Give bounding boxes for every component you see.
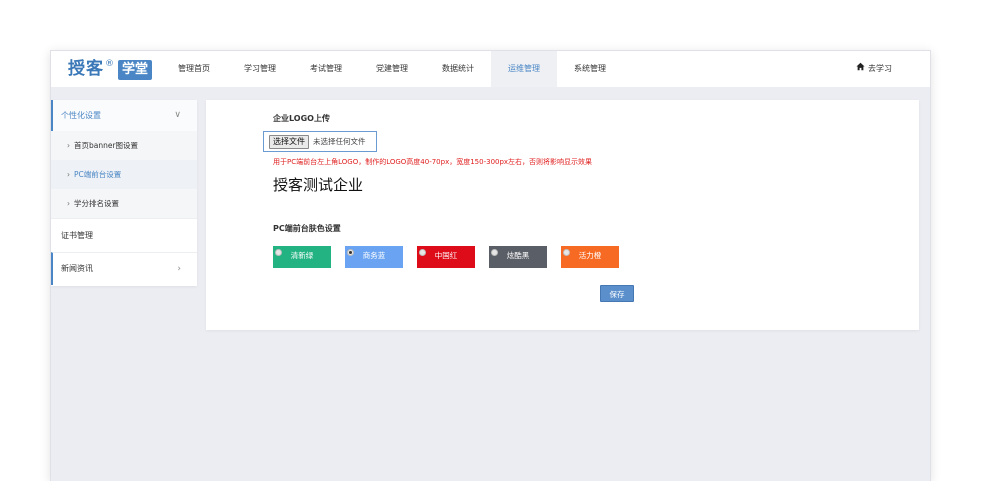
- skin-section-title: PC端前台肤色设置: [273, 224, 341, 233]
- top-navbar: 授客 ® 学堂 管理首页 学习管理 考试管理 党建管理 数据统计 运维管理 系统…: [51, 51, 930, 87]
- nav-item-stats[interactable]: 数据统计: [425, 51, 491, 87]
- skin-option-label: 清新绿: [290, 251, 314, 260]
- go-study-link[interactable]: 去学习: [856, 51, 892, 87]
- nav-item-home[interactable]: 管理首页: [161, 51, 227, 87]
- sidebar-item-certificate[interactable]: 证书管理: [51, 218, 197, 252]
- logo-text: 授客: [68, 59, 104, 79]
- skin-option-red[interactable]: 中国红: [417, 246, 475, 268]
- sidebar-item-banner[interactable]: › 首页banner图设置: [51, 131, 197, 160]
- logo-hint: 用于PC端前台左上角LOGO，制作的LOGO高度40-70px，宽度150-30…: [273, 158, 593, 166]
- nav-item-operations[interactable]: 运维管理: [491, 51, 557, 87]
- nav-item-system[interactable]: 系统管理: [557, 51, 623, 87]
- skin-option-label: 活力橙: [578, 251, 602, 260]
- file-upload: 选择文件 未选择任何文件: [263, 131, 377, 152]
- skin-option-green[interactable]: 清新绿: [273, 246, 331, 268]
- skin-option-black[interactable]: 炫酷黑: [489, 246, 547, 268]
- sidebar-item-label: PC端前台设置: [74, 170, 122, 179]
- nav-item-learning[interactable]: 学习管理: [227, 51, 293, 87]
- app-window: 授客 ® 学堂 管理首页 学习管理 考试管理 党建管理 数据统计 运维管理 系统…: [50, 50, 931, 481]
- logo-section-title: 企业LOGO上传: [273, 114, 330, 123]
- chevron-right-icon: ›: [177, 264, 181, 274]
- settings-panel: 企业LOGO上传 选择文件 未选择任何文件 用于PC端前台左上角LOGO，制作的…: [206, 100, 919, 330]
- chevron-right-icon: ›: [67, 199, 70, 208]
- sidebar-item-credit-ranking[interactable]: › 学分排名设置: [51, 189, 197, 218]
- sidebar: 个性化设置 ∨ › 首页banner图设置 › PC端前台设置 › 学分排名设置 证书…: [51, 100, 197, 286]
- skin-option-label: 中国红: [434, 251, 458, 260]
- company-logo-preview: 授客测试企业: [273, 176, 364, 194]
- sidebar-group-label: 新闻资讯: [61, 264, 93, 273]
- sidebar-group-label: 个性化设置: [61, 111, 101, 120]
- chevron-down-icon: ∨: [174, 110, 181, 120]
- logo-badge: 学堂: [118, 60, 153, 80]
- skin-option-blue[interactable]: 商务蓝: [345, 246, 403, 268]
- sidebar-group-news[interactable]: 新闻资讯 ›: [51, 252, 197, 285]
- sidebar-item-label: 学分排名设置: [74, 199, 119, 208]
- chevron-right-icon: ›: [67, 141, 70, 150]
- logo[interactable]: 授客 ® 学堂: [68, 58, 153, 82]
- skin-option-label: 商务蓝: [362, 251, 386, 260]
- home-icon: [856, 51, 868, 87]
- go-study-label: 去学习: [868, 64, 892, 73]
- nav-item-exam[interactable]: 考试管理: [293, 51, 359, 87]
- choose-file-button[interactable]: 选择文件: [269, 134, 309, 149]
- file-status: 未选择任何文件: [313, 137, 366, 146]
- skin-option-orange[interactable]: 活力橙: [561, 246, 619, 268]
- logo-registered-mark: ®: [105, 59, 114, 69]
- main-nav: 管理首页 学习管理 考试管理 党建管理 数据统计 运维管理 系统管理: [161, 51, 623, 87]
- sidebar-item-label: 首页banner图设置: [74, 141, 139, 150]
- nav-item-party[interactable]: 党建管理: [359, 51, 425, 87]
- skin-option-label: 炫酷黑: [506, 251, 530, 260]
- sidebar-item-pc-frontend[interactable]: › PC端前台设置: [51, 160, 197, 189]
- sidebar-group-personalization[interactable]: 个性化设置 ∨: [51, 100, 197, 131]
- chevron-right-icon: ›: [67, 170, 70, 179]
- save-button[interactable]: 保存: [600, 285, 634, 302]
